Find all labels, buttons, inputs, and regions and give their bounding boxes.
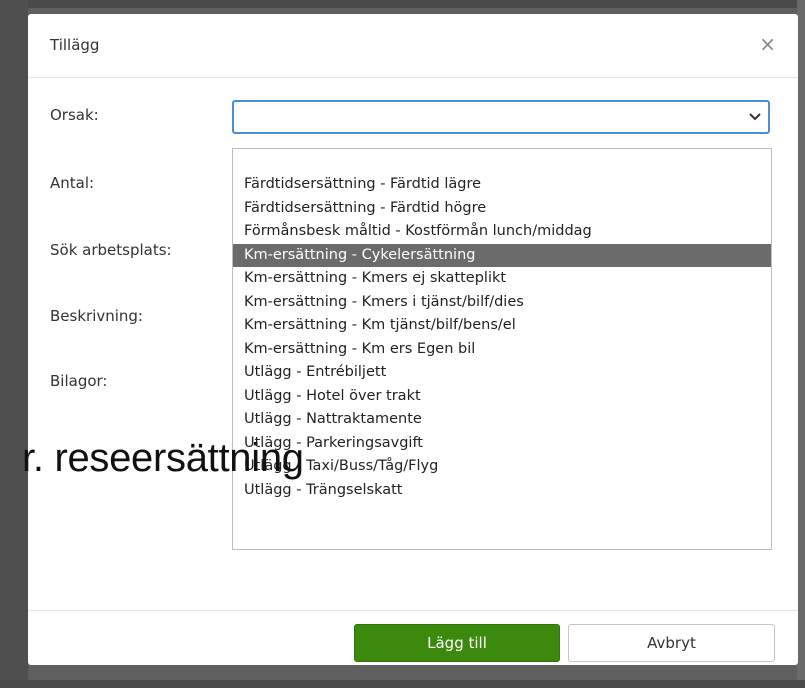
dropdown-option[interactable]: Km-ersättning - Kmers ej skatteplikt [233, 267, 771, 291]
dropdown-option[interactable]: Km-ersättning - Kmers i tjänst/bilf/dies [233, 291, 771, 315]
dropdown-list: Färdtidsersättning - Färdtid lägre Färdti… [233, 173, 771, 502]
cancel-button[interactable]: Avbryt [568, 624, 775, 662]
dropdown-option[interactable]: Utlägg - Taxi/Buss/Tåg/Flyg [233, 455, 771, 479]
orsak-select[interactable] [232, 100, 770, 134]
sok-arbetsplats-label: Sök arbetsplats: [50, 241, 172, 259]
dropdown-option[interactable]: Utlägg - Hotel över trakt [233, 385, 771, 409]
dropdown-option[interactable]: Km-ersättning - Km tjänst/bilf/bens/el [233, 314, 771, 338]
chevron-down-icon [749, 113, 761, 121]
dropdown-option[interactable]: Färdtidsersättning - Färdtid lägre [233, 173, 771, 197]
dropdown-option[interactable]: Utlägg - Parkeringsavgift [233, 432, 771, 456]
add-dialog: Tillägg × Orsak: Antal: Sök arbetsplats:… [22, 14, 798, 666]
orsak-dropdown: Färdtidsersättning - Färdtid lägre Färdti… [232, 148, 772, 550]
add-button[interactable]: Lägg till [354, 624, 560, 662]
beskrivning-label: Beskrivning: [50, 307, 143, 325]
dialog-footer: Lägg till Avbryt [28, 610, 798, 666]
dropdown-option[interactable]: Utlägg - Entrébiljett [233, 361, 771, 385]
dialog-header: Tillägg × [28, 14, 798, 78]
orsak-label: Orsak: [50, 106, 99, 124]
backdrop-bottom [0, 680, 805, 688]
backdrop-top [0, 0, 805, 8]
dropdown-option[interactable]: Utlägg - Trängselskatt [233, 479, 771, 503]
dropdown-option[interactable]: Km-ersättning - Km ers Egen bil [233, 338, 771, 362]
bilagor-label: Bilagor: [50, 372, 108, 390]
dropdown-option-selected[interactable]: Km-ersättning - Cykelersättning [233, 243, 771, 267]
close-icon[interactable]: × [759, 34, 776, 54]
dropdown-option[interactable]: Förmånsbesk måltid - Kostförmån lunch/mi… [233, 220, 771, 244]
dialog-title: Tillägg [50, 36, 100, 54]
backdrop-left [0, 0, 28, 688]
backdrop-right [797, 0, 805, 688]
dropdown-option[interactable]: Färdtidsersättning - Färdtid högre [233, 197, 771, 221]
dropdown-option[interactable]: Utlägg - Nattraktamente [233, 408, 771, 432]
antal-label: Antal: [50, 174, 95, 192]
